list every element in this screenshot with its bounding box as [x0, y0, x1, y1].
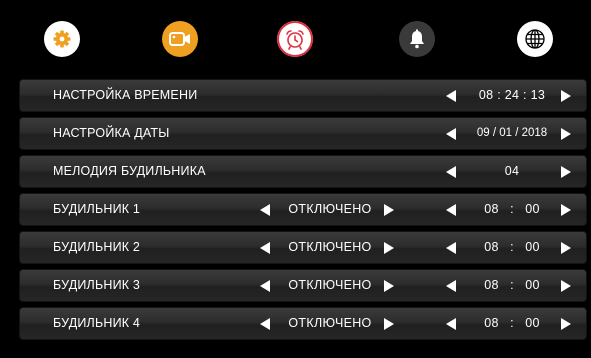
row-date-setting[interactable]: НАСТРОЙКА ДАТЫ 09 / 01 / 2018 [19, 117, 587, 150]
date-value: 09 / 01 / 2018 [476, 127, 548, 139]
tab-alarm[interactable] [277, 21, 313, 57]
tab-video[interactable] [162, 21, 198, 57]
tab-notification[interactable] [399, 21, 435, 57]
row-label: БУДИЛЬНИК 2 [53, 240, 141, 254]
time-value: 08 : 24 : 13 [478, 88, 546, 102]
globe-icon [525, 29, 545, 49]
decrease-arrow-icon[interactable] [446, 204, 456, 216]
increase-arrow-icon[interactable] [561, 90, 571, 102]
state-next-arrow-icon[interactable] [384, 318, 394, 330]
increase-arrow-icon[interactable] [561, 166, 571, 178]
row-alarm-4[interactable]: БУДИЛЬНИК 4 ОТКЛЮЧЕНО 08 : 00 [19, 307, 587, 340]
tab-settings[interactable] [44, 21, 80, 57]
state-next-arrow-icon[interactable] [384, 204, 394, 216]
increase-arrow-icon[interactable] [561, 318, 571, 330]
increase-arrow-icon[interactable] [561, 128, 571, 140]
row-label: БУДИЛЬНИК 3 [53, 278, 141, 292]
row-time-setting[interactable]: НАСТРОЙКА ВРЕМЕНИ 08 : 24 : 13 [19, 79, 587, 112]
row-alarm-1[interactable]: БУДИЛЬНИК 1 ОТКЛЮЧЕНО 08 : 00 [19, 193, 587, 226]
decrease-arrow-icon[interactable] [446, 318, 456, 330]
increase-arrow-icon[interactable] [561, 280, 571, 292]
row-label: НАСТРОЙКА ДАТЫ [53, 126, 170, 140]
decrease-arrow-icon[interactable] [446, 280, 456, 292]
alarm-state: ОТКЛЮЧЕНО [288, 202, 372, 216]
decrease-arrow-icon[interactable] [446, 166, 456, 178]
alarm-time: 08 : 00 [484, 202, 540, 216]
alarm-state: ОТКЛЮЧЕНО [288, 240, 372, 254]
row-label: МЕЛОДИЯ БУДИЛЬНИКА [53, 164, 206, 178]
row-alarm-3[interactable]: БУДИЛЬНИК 3 ОТКЛЮЧЕНО 08 : 00 [19, 269, 587, 302]
alarm-time: 08 : 00 [484, 240, 540, 254]
alarm-clock-icon [286, 30, 304, 50]
video-camera-icon [169, 32, 190, 46]
gear-icon [53, 30, 71, 48]
tab-bar [0, 0, 591, 82]
state-prev-arrow-icon[interactable] [260, 318, 270, 330]
decrease-arrow-icon[interactable] [446, 242, 456, 254]
state-next-arrow-icon[interactable] [384, 280, 394, 292]
decrease-arrow-icon[interactable] [446, 90, 456, 102]
melody-value: 04 [504, 164, 520, 178]
state-prev-arrow-icon[interactable] [260, 280, 270, 292]
settings-list: НАСТРОЙКА ВРЕМЕНИ 08 : 24 : 13 НАСТРОЙКА… [19, 79, 587, 345]
row-alarm-2[interactable]: БУДИЛЬНИК 2 ОТКЛЮЧЕНО 08 : 00 [19, 231, 587, 264]
state-prev-arrow-icon[interactable] [260, 204, 270, 216]
alarm-time: 08 : 00 [484, 278, 540, 292]
decrease-arrow-icon[interactable] [446, 128, 456, 140]
tab-language[interactable] [517, 21, 553, 57]
alarm-state: ОТКЛЮЧЕНО [288, 278, 372, 292]
row-label: БУДИЛЬНИК 1 [53, 202, 141, 216]
alarm-time: 08 : 00 [484, 316, 540, 330]
state-next-arrow-icon[interactable] [384, 242, 394, 254]
alarm-state: ОТКЛЮЧЕНО [288, 316, 372, 330]
increase-arrow-icon[interactable] [561, 204, 571, 216]
increase-arrow-icon[interactable] [561, 242, 571, 254]
bell-icon [410, 29, 424, 49]
state-prev-arrow-icon[interactable] [260, 242, 270, 254]
row-label: НАСТРОЙКА ВРЕМЕНИ [53, 88, 198, 102]
row-alarm-melody[interactable]: МЕЛОДИЯ БУДИЛЬНИКА 04 [19, 155, 587, 188]
row-label: БУДИЛЬНИК 4 [53, 316, 141, 330]
